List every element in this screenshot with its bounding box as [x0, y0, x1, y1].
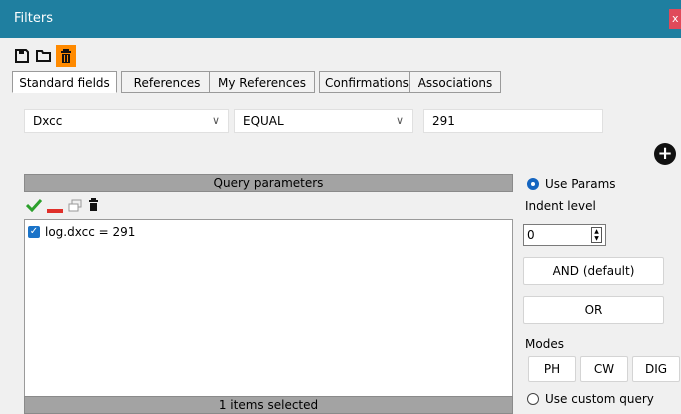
indent-level-value: 0: [527, 228, 535, 242]
plus-icon: +: [657, 143, 673, 164]
value-input[interactable]: 291: [423, 109, 603, 133]
and-default-button[interactable]: AND (default): [523, 257, 664, 285]
tab-standard-fields[interactable]: Standard fields: [12, 71, 117, 93]
tab-confirmations[interactable]: Confirmations: [319, 71, 415, 93]
open-folder-icon[interactable]: [34, 45, 54, 67]
radio-selected-icon: [527, 178, 539, 190]
query-parameters-header: Query parameters: [24, 174, 513, 192]
tab-associations[interactable]: Associations: [409, 71, 501, 93]
title-bar: Filters x: [0, 0, 681, 38]
field-select[interactable]: Dxcc ∨: [24, 109, 229, 133]
chevron-down-icon: ∨: [395, 114, 404, 127]
status-bar: 1 items selected: [24, 396, 513, 414]
indent-level-label: Indent level: [525, 199, 596, 213]
field-select-value: Dxcc: [33, 114, 63, 128]
trash-icon[interactable]: [88, 198, 99, 215]
mode-dig-button[interactable]: DIG: [632, 356, 680, 382]
operator-select-value: EQUAL: [243, 114, 284, 128]
tab-references[interactable]: References: [121, 71, 213, 93]
tab-my-references[interactable]: My References: [209, 71, 315, 93]
mode-cw-button[interactable]: CW: [580, 356, 628, 382]
spin-arrows-icon[interactable]: ▲ ▼: [591, 227, 602, 243]
modes-label: Modes: [525, 337, 564, 351]
use-params-label: Use Params: [545, 177, 616, 191]
use-custom-query-label: Use custom query: [545, 392, 654, 406]
toolbar: [12, 45, 132, 67]
add-filter-button[interactable]: +: [654, 143, 676, 165]
copy-icon[interactable]: [68, 199, 82, 215]
checkbox-checked-icon[interactable]: ✓: [28, 226, 40, 238]
close-button[interactable]: x: [669, 9, 681, 29]
list-item[interactable]: ✓ log.dxcc = 291: [28, 224, 135, 240]
check-icon[interactable]: [25, 198, 43, 215]
mode-ph-button[interactable]: PH: [528, 356, 576, 382]
operator-select[interactable]: EQUAL ∨: [234, 109, 413, 133]
window-title: Filters: [14, 11, 53, 26]
list-item-text: log.dxcc = 291: [45, 225, 136, 239]
query-toolbar: [25, 198, 146, 217]
save-icon[interactable]: [12, 45, 32, 67]
or-button[interactable]: OR: [523, 296, 664, 324]
minus-icon[interactable]: [47, 203, 63, 217]
trash-icon[interactable]: [56, 45, 76, 67]
use-custom-query-radio[interactable]: Use custom query: [527, 392, 654, 406]
radio-unselected-icon: [527, 393, 539, 405]
query-list[interactable]: ✓ log.dxcc = 291: [24, 219, 513, 397]
use-params-radio[interactable]: Use Params: [527, 177, 616, 191]
chevron-down-icon: ∨: [211, 114, 220, 127]
indent-level-spinbox[interactable]: 0 ▲ ▼: [523, 224, 606, 246]
